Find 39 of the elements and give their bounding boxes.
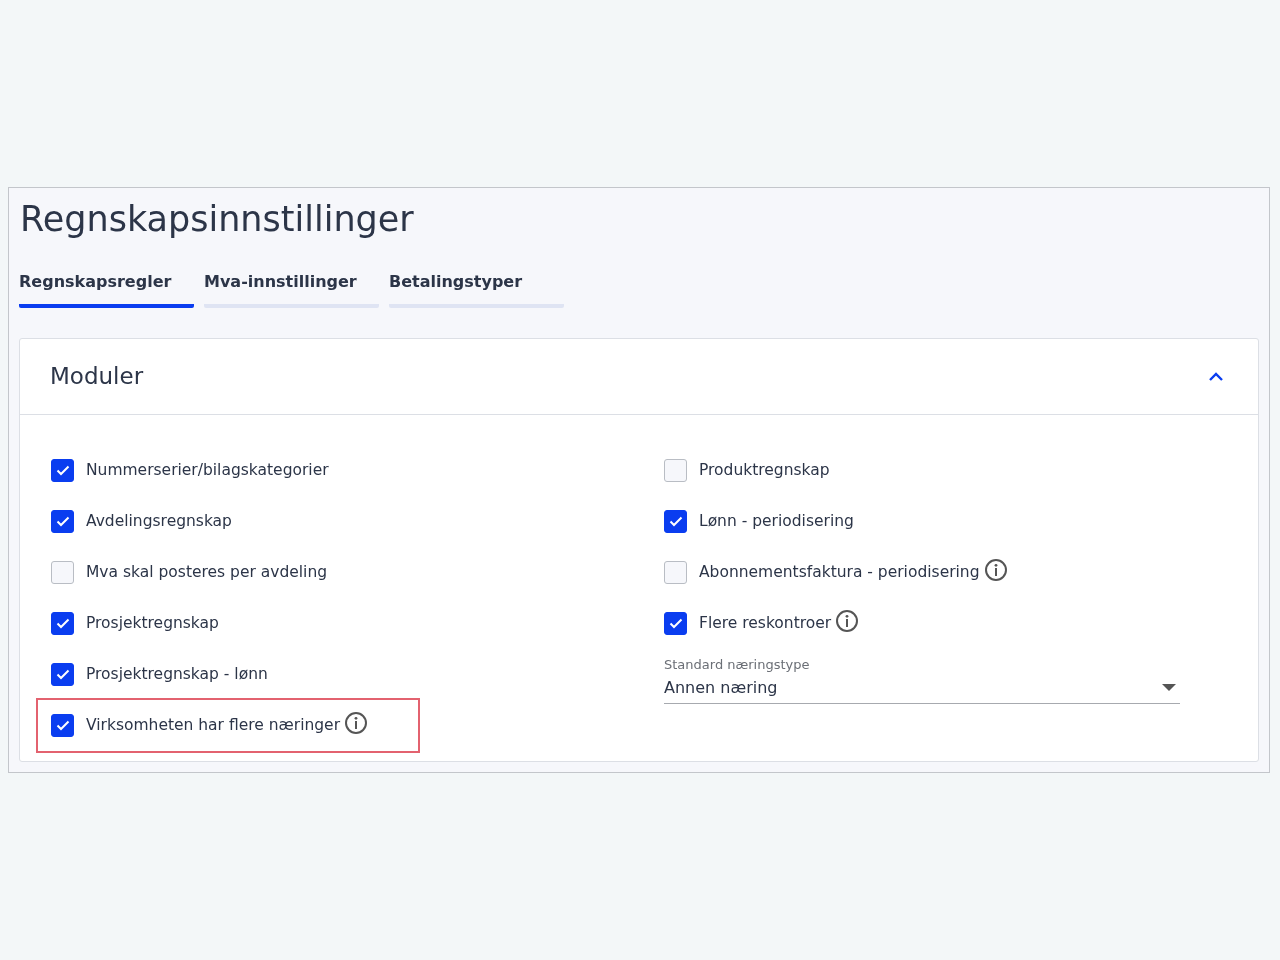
checkmark-icon [668, 618, 683, 629]
section-title: Moduler [50, 362, 144, 391]
checkmark-icon [55, 669, 70, 680]
checkmark-icon [55, 618, 70, 629]
checkmark-icon [55, 516, 70, 527]
checkbox[interactable] [51, 510, 74, 533]
checkbox-label: Mva skal posteres per avdeling [86, 561, 328, 583]
checkbox-label: Lønn - periodisering [699, 510, 854, 532]
checkbox-label: Prosjektregnskap [86, 612, 219, 634]
checkbox-label: Abonnementsfaktura - periodisering [699, 561, 980, 583]
checkbox[interactable] [51, 459, 74, 482]
checkbox-label: Prosjektregnskap - lønn [86, 663, 268, 685]
checkbox[interactable] [664, 561, 687, 584]
checkbox-label: Avdelingsregnskap [86, 510, 232, 532]
checkbox[interactable] [664, 459, 687, 482]
field-label: Standard næringstype [664, 656, 811, 674]
checkbox[interactable] [51, 561, 74, 584]
checkbox[interactable] [664, 510, 687, 533]
info-icon[interactable] [983, 557, 1008, 582]
info-icon[interactable] [344, 710, 368, 735]
page-title: Regnskapsinnstillinger [20, 198, 415, 241]
chevron-up-icon [1208, 372, 1224, 382]
checkbox-label: Flere reskontroer [699, 612, 832, 634]
checkbox[interactable] [51, 612, 74, 635]
checkbox-label: Nummerserier/bilagskategorier [86, 459, 329, 481]
checkmark-icon [55, 465, 70, 476]
tab[interactable]: Regnskapsregler [19, 270, 194, 308]
checkbox[interactable] [51, 714, 74, 737]
tab[interactable]: Mva-innstillinger [204, 270, 379, 308]
info-icon[interactable] [835, 608, 860, 633]
checkbox[interactable] [664, 612, 687, 635]
checkbox-label: Virksomheten har flere næringer [86, 714, 340, 736]
checkmark-icon [55, 720, 70, 731]
checkbox-label: Produktregnskap [699, 459, 830, 481]
select-field[interactable]: Annen næring [664, 674, 1180, 704]
checkmark-icon [668, 516, 683, 527]
checkbox[interactable] [51, 663, 74, 686]
tab[interactable]: Betalingstyper [389, 270, 564, 308]
dropdown-caret-icon [1162, 684, 1176, 691]
